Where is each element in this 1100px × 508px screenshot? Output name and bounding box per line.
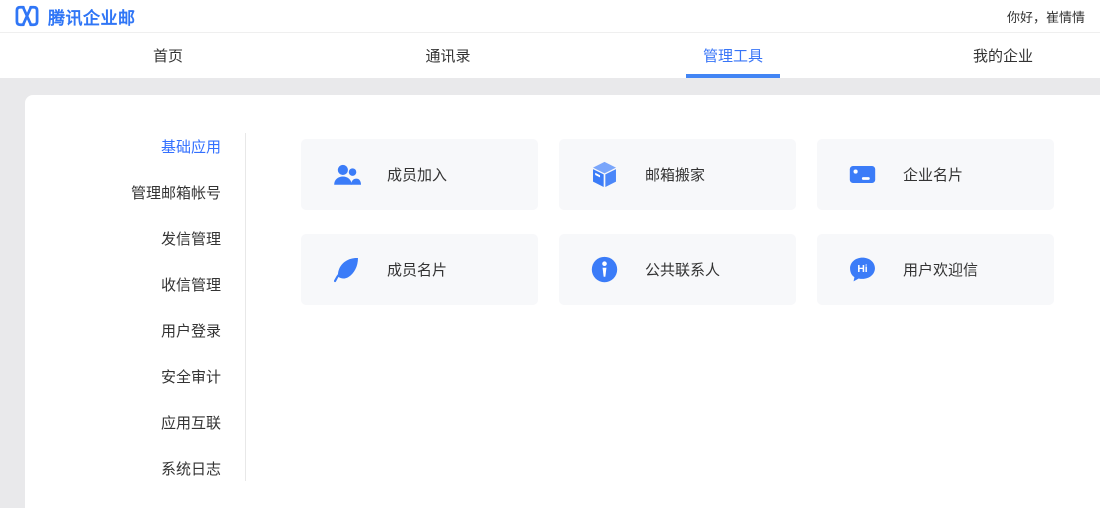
nav-tab-contacts[interactable]: 通讯录 (336, 33, 560, 78)
card-welcome-letter[interactable]: Hi 用户欢迎信 (817, 234, 1054, 305)
top-header: 腾讯企业邮 你好，崔情情 (0, 0, 1100, 33)
app-card-grid: 成员加入 邮箱搬家 (301, 139, 1054, 305)
feather-icon (332, 255, 361, 284)
card-company-card[interactable]: 企业名片 (817, 139, 1054, 210)
hi-bubble-icon: Hi (848, 255, 877, 284)
business-card-icon (848, 160, 877, 189)
card-member-join[interactable]: 成员加入 (301, 139, 538, 210)
hi-bubble-text: Hi (857, 264, 867, 275)
card-label: 成员名片 (387, 259, 447, 280)
main-content: 成员加入 邮箱搬家 (246, 95, 1054, 508)
sidebar-item-user-login[interactable]: 用户登录 (25, 317, 246, 347)
main-nav: 首页 通讯录 管理工具 我的企业 (0, 33, 1100, 78)
card-label: 企业名片 (903, 164, 963, 185)
nav-tab-my-company[interactable]: 我的企业 (906, 33, 1100, 78)
brand[interactable]: 腾讯企业邮 (14, 4, 136, 29)
sidebar-item-manage-mail-accounts[interactable]: 管理邮箱帐号 (25, 179, 246, 209)
nav-tab-admin-tools[interactable]: 管理工具 (560, 33, 906, 78)
sidebar-item-system-logs[interactable]: 系统日志 (25, 455, 246, 485)
workspace-background: 基础应用 管理邮箱帐号 发信管理 收信管理 用户登录 安全审计 应用互联 系统日… (0, 78, 1100, 508)
sidebar-item-app-integration[interactable]: 应用互联 (25, 409, 246, 439)
moving-box-icon (590, 160, 619, 189)
card-label: 用户欢迎信 (903, 259, 978, 280)
card-label: 邮箱搬家 (645, 164, 705, 185)
sidebar-item-basic-apps[interactable]: 基础应用 (25, 133, 246, 163)
sidebar: 基础应用 管理邮箱帐号 发信管理 收信管理 用户登录 安全审计 应用互联 系统日… (25, 95, 246, 508)
sidebar-item-incoming-mail[interactable]: 收信管理 (25, 271, 246, 301)
brand-title: 腾讯企业邮 (48, 4, 136, 29)
card-member-card[interactable]: 成员名片 (301, 234, 538, 305)
sidebar-item-security-audit[interactable]: 安全审计 (25, 363, 246, 393)
sidebar-item-outgoing-mail[interactable]: 发信管理 (25, 225, 246, 255)
card-label: 公共联系人 (645, 259, 720, 280)
content-panel: 基础应用 管理邮箱帐号 发信管理 收信管理 用户登录 安全审计 应用互联 系统日… (25, 95, 1100, 508)
card-mailbox-migration[interactable]: 邮箱搬家 (559, 139, 796, 210)
card-label: 成员加入 (387, 164, 447, 185)
exmail-logo-icon (14, 5, 40, 27)
members-icon (332, 160, 361, 189)
contact-info-icon (590, 255, 619, 284)
nav-tab-home[interactable]: 首页 (0, 33, 336, 78)
user-greeting: 你好，崔情情 (1007, 7, 1085, 26)
card-public-contacts[interactable]: 公共联系人 (559, 234, 796, 305)
